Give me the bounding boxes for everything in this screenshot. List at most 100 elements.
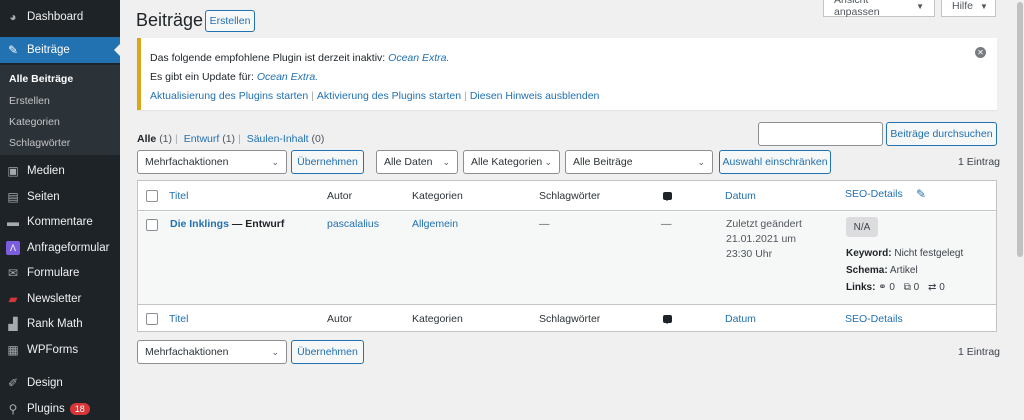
select-all-checkbox[interactable]	[146, 313, 158, 325]
chevron-down-icon: ⌄	[271, 157, 279, 167]
comments-icon: ▬	[7, 215, 19, 229]
sidebar-item-pages[interactable]: ▤ Seiten	[0, 184, 120, 210]
sidebar-item-posts[interactable]: ✎ Beiträge	[0, 37, 120, 63]
post-type-filter-select[interactable]: Alle Beiträge ⌄	[565, 150, 713, 174]
update-plugin-link[interactable]: Aktualisierung des Plugins starten	[150, 90, 308, 102]
sidebar-item-design[interactable]: ✐ Design	[0, 370, 120, 396]
sidebar-item-rank-math[interactable]: ▟ Rank Math	[0, 311, 120, 337]
table-footer-row: Titel Autor Kategorien Schlagwörter Datu…	[138, 304, 996, 332]
newsletter-icon: ▰	[8, 292, 18, 306]
submenu-tags[interactable]: Schlagwörter	[9, 137, 70, 149]
chevron-down-icon: ⌄	[271, 347, 279, 357]
seo-score-badge: N/A	[846, 217, 878, 237]
caret-down-icon: ▼	[980, 1, 988, 11]
chevron-down-icon: ⌄	[442, 157, 450, 167]
post-tags: —	[539, 218, 550, 230]
seo-links: Links: ⚭ 0 ⧉ 0 ⇄ 0	[846, 282, 945, 293]
apply-bulk-button[interactable]: Übernehmen	[291, 150, 364, 174]
column-tags-footer: Schlagwörter	[539, 313, 601, 325]
filter-button[interactable]: Auswahl einschränken	[719, 150, 831, 174]
posts-submenu: Alle Beiträge Erstellen Kategorien Schla…	[0, 65, 120, 155]
posts-table: Titel Autor Kategorien Schlagwörter Datu…	[137, 180, 997, 332]
post-title-link[interactable]: Die Inklings	[170, 218, 229, 230]
seo-keyword: Keyword: Nicht festgelegt	[846, 248, 964, 259]
table-header-row: Titel Autor Kategorien Schlagwörter Datu…	[138, 181, 996, 211]
column-date-header[interactable]: Datum	[725, 190, 756, 202]
edit-pencil-icon[interactable]: ✎	[916, 187, 926, 201]
external-link-icon: ⧉	[903, 282, 911, 293]
column-title-footer[interactable]: Titel	[169, 313, 188, 325]
submenu-all-posts[interactable]: Alle Beiträge	[9, 73, 73, 85]
sidebar-item-newsletter[interactable]: ▰ Newsletter	[0, 286, 120, 312]
post-title-cell: Die Inklings — Entwurf	[170, 218, 284, 230]
submenu-categories[interactable]: Kategorien	[9, 116, 60, 128]
post-status-views: Alle (1) | Entwurf (1) | Säulen-Inhalt (0)	[137, 133, 325, 145]
dashboard-icon: ◕	[9, 10, 17, 24]
date-filter-select[interactable]: Alle Daten ⌄	[376, 150, 458, 174]
apply-bulk-button-bottom[interactable]: Übernehmen	[291, 340, 364, 364]
submenu-add-new[interactable]: Erstellen	[9, 95, 50, 107]
items-count: 1 Eintrag	[958, 156, 1001, 168]
column-author-footer: Autor	[327, 313, 353, 325]
caret-down-icon: ▼	[916, 1, 924, 11]
sidebar-item-comments[interactable]: ▬ Kommentare	[0, 209, 120, 235]
pages-icon: ▤	[7, 190, 19, 204]
post-date: 21.01.2021 um	[726, 233, 797, 245]
scrollbar[interactable]	[1016, 0, 1024, 420]
admin-sidebar: ◕ Dashboard ✎ Beiträge Alle Beiträge Erste…	[0, 0, 120, 420]
column-seo-footer[interactable]: SEO-Details	[845, 313, 903, 325]
seo-schema: Schema: Artikel	[846, 265, 918, 276]
sidebar-item-dashboard[interactable]: ◕ Dashboard	[0, 4, 120, 30]
view-draft[interactable]: Entwurf	[184, 133, 220, 145]
sidebar-item-forms[interactable]: ✉ Formulare	[0, 260, 120, 286]
search-input[interactable]	[758, 122, 883, 146]
activate-plugin-link[interactable]: Aktivierung des Plugins starten	[317, 90, 461, 102]
mail-icon: ✉	[7, 266, 19, 280]
search-posts-button[interactable]: Beiträge durchsuchen	[886, 122, 997, 146]
media-icon: ▣	[7, 164, 19, 178]
page-title: Beiträge	[136, 10, 204, 30]
bulk-actions-select-bottom[interactable]: Mehrfachaktionen ⌄	[137, 340, 287, 364]
scrollbar-thumb[interactable]	[1017, 2, 1023, 257]
chevron-down-icon: ⌄	[697, 157, 705, 167]
form-icon: Λ	[6, 241, 20, 255]
category-filter-select[interactable]: Alle Kategorien ⌄	[463, 150, 560, 174]
comment-bubble-icon	[663, 315, 672, 324]
row-checkbox[interactable]	[146, 219, 158, 231]
sidebar-item-wpforms[interactable]: ▦ WPForms	[0, 337, 120, 363]
help-button[interactable]: Hilfe ▼	[941, 0, 996, 17]
screen-options-button[interactable]: Ansicht anpassen ▼	[823, 0, 935, 18]
post-author-link[interactable]: pascalalius	[327, 218, 379, 230]
notice-plugin-link[interactable]: Ocean Extra.	[388, 52, 449, 64]
sidebar-item-media[interactable]: ▣ Medien	[0, 158, 120, 184]
notice-plugin-link[interactable]: Ocean Extra.	[257, 71, 318, 83]
post-category-link[interactable]: Allgemein	[412, 218, 458, 230]
add-new-post-button[interactable]: Erstellen	[205, 10, 255, 32]
bulk-actions-select[interactable]: Mehrfachaktionen ⌄	[137, 150, 287, 174]
column-seo-header[interactable]: SEO-Details	[845, 188, 903, 200]
sidebar-item-inquiry-form[interactable]: Λ Anfrageformular	[0, 235, 120, 261]
column-date-footer[interactable]: Datum	[725, 313, 756, 325]
select-all-checkbox[interactable]	[146, 190, 158, 202]
brush-icon: ✐	[7, 376, 19, 390]
column-title-header[interactable]: Titel	[169, 190, 188, 202]
plugin-icon: ⚲	[8, 402, 18, 416]
comment-bubble-icon	[663, 192, 672, 201]
comments-column-icon[interactable]	[663, 191, 672, 203]
post-time: 23:30 Uhr	[726, 248, 773, 260]
view-columns-content[interactable]: Säulen-Inhalt	[247, 133, 309, 145]
plugin-notice: Das folgende empfohlene Plugin ist derze…	[137, 38, 997, 110]
sidebar-item-plugins[interactable]: ⚲ Plugins 18	[0, 396, 120, 420]
wpforms-icon: ▦	[7, 343, 19, 357]
close-icon[interactable]: ✕	[975, 47, 986, 58]
internal-link-icon: ⚭	[878, 282, 887, 293]
dismiss-notice-link[interactable]: Diesen Hinweis ausblenden	[470, 90, 600, 102]
rank-math-icon: ▟	[8, 317, 18, 331]
comments-column-icon[interactable]	[663, 314, 672, 326]
column-tags-header: Schlagwörter	[539, 190, 601, 202]
post-state: — Entwurf	[231, 218, 285, 230]
items-count-bottom: 1 Eintrag	[958, 346, 1001, 358]
incoming-link-icon: ⇄	[928, 282, 937, 293]
view-all[interactable]: Alle	[137, 133, 156, 145]
post-date-status: Zuletzt geändert	[726, 218, 802, 230]
